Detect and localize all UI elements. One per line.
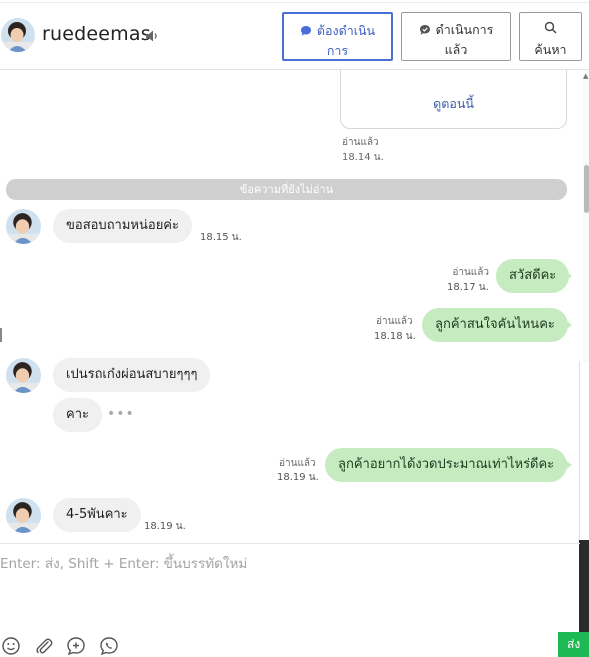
incoming-message-bubble[interactable]: 4-5พันคาะ — [53, 498, 141, 532]
side-panel-edge — [579, 362, 589, 540]
composer-divider — [0, 543, 580, 544]
sender-avatar[interactable] — [6, 209, 41, 244]
sender-avatar[interactable] — [6, 358, 41, 393]
message-time: 18.15 น. — [200, 232, 242, 243]
read-meta: อ่านแล้ว — [449, 265, 489, 280]
read-meta: อ่านแล้ว — [376, 314, 413, 329]
side-panel-dark-edge — [579, 540, 589, 635]
message-time: 18.19 น. — [277, 472, 319, 483]
outgoing-message-bubble[interactable]: ลูกค้าอยากได้งวดประมาณเท่าไหร่ดีคะ — [325, 448, 568, 482]
todo-button-label-1: ต้องดำเนิน — [316, 23, 376, 38]
message-input[interactable]: Enter: ส่ง, Shift + Enter: ขึ้นบรรทัดใหม… — [0, 552, 575, 574]
done-button[interactable]: ดำเนินการ แล้ว — [401, 12, 511, 61]
message-time: 18.18 น. — [374, 331, 416, 342]
check-bubble-icon — [419, 24, 431, 39]
add-chat-icon[interactable] — [66, 636, 86, 656]
left-edge-marker — [0, 328, 2, 342]
read-status: อ่านแล้ว — [376, 316, 413, 327]
contact-name: ruedeemas — [42, 23, 151, 45]
speaker-icon[interactable] — [144, 28, 160, 44]
emoji-icon[interactable] — [1, 636, 21, 656]
search-icon — [544, 21, 557, 37]
attachment-icon[interactable] — [34, 636, 54, 656]
rich-message-card: ดูตอนนี้ — [340, 70, 567, 129]
bubble-tail — [564, 459, 572, 471]
message-time: 18.17 น. — [447, 282, 489, 293]
more-options-icon[interactable]: ••• — [107, 406, 135, 422]
incoming-message-bubble[interactable]: ขอสอบถามหน่อยค่ะ — [53, 209, 192, 243]
chat-header: ruedeemas ต้องดำเนิน การ ดำเนินการ แล้ว … — [0, 0, 589, 70]
card-read-meta: อ่านแล้ว 18.14 น. — [342, 135, 384, 165]
send-button[interactable]: ส่ง — [558, 632, 589, 657]
unread-divider: ข้อความที่ยังไม่อ่าน — [6, 179, 567, 200]
incoming-message-bubble[interactable]: เปนรถเก๋งผ่อนสบายๆๆๆ — [53, 358, 211, 392]
read-meta: อ่านแล้ว — [279, 456, 316, 471]
outgoing-message-bubble[interactable]: สวัสดีคะ — [496, 259, 570, 293]
header-top-border — [0, 2, 589, 3]
read-status: อ่านแล้ว — [342, 137, 379, 148]
bubble-tail — [564, 270, 572, 282]
message-time: 18.19 น. — [144, 521, 186, 532]
search-button-label: ค้นหา — [534, 42, 567, 57]
done-button-label-1: ดำเนินการ — [435, 22, 494, 37]
todo-button-label-2: การ — [326, 43, 349, 58]
outgoing-message-bubble[interactable]: ลูกค้าสนใจคันไหนคะ — [422, 308, 568, 342]
message-time: 18.14 น. — [342, 152, 384, 163]
todo-button[interactable]: ต้องดำเนิน การ — [282, 12, 393, 61]
scroll-up-arrow-icon[interactable]: ▲ — [583, 72, 588, 80]
incoming-message-bubble[interactable]: คาะ — [53, 398, 102, 432]
contact-avatar[interactable] — [1, 18, 35, 52]
read-status: อ่านแล้ว — [452, 267, 489, 278]
bubble-tail — [564, 319, 572, 331]
done-button-label-2: แล้ว — [444, 42, 468, 57]
read-status: อ่านแล้ว — [279, 458, 316, 469]
chat-bubble-icon — [300, 25, 312, 40]
view-now-link[interactable]: ดูตอนนี้ — [341, 94, 566, 114]
scrollbar-thumb[interactable] — [584, 165, 589, 213]
sender-avatar[interactable] — [6, 498, 41, 533]
call-icon[interactable] — [99, 636, 119, 656]
search-button[interactable]: ค้นหา — [519, 12, 582, 61]
